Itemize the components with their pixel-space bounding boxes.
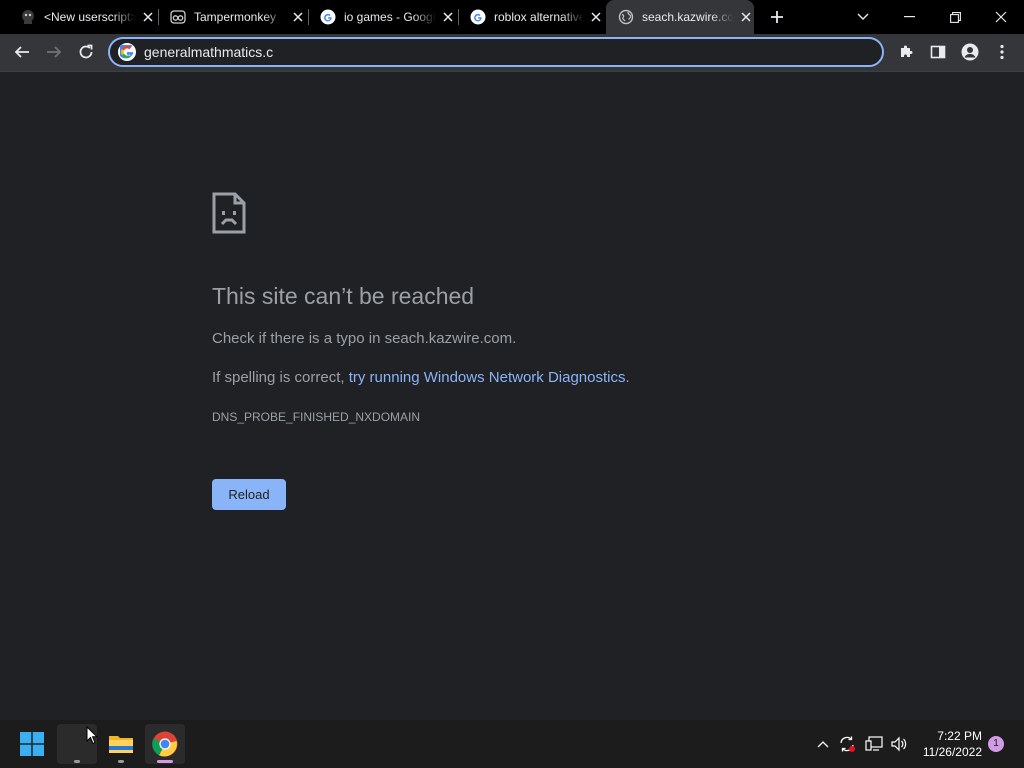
- google-icon: [470, 9, 486, 25]
- close-icon[interactable]: [440, 9, 456, 25]
- back-button[interactable]: [8, 38, 36, 66]
- error-code: DNS_PROBE_FINISHED_NXDOMAIN: [212, 410, 421, 424]
- profile-button[interactable]: [956, 38, 984, 66]
- account-icon: [961, 43, 979, 61]
- browser-toolbar: [0, 34, 1024, 72]
- sync-icon: [840, 736, 855, 752]
- clock-time: 7:22 PM: [937, 729, 982, 743]
- mouse-cursor-icon: [86, 725, 99, 750]
- network-diagnostics-link[interactable]: try running Windows Network Diagnostics: [349, 369, 626, 386]
- close-icon[interactable]: [140, 9, 156, 25]
- tab-title: io games - Google Search: [344, 10, 436, 24]
- folder-icon: [109, 736, 133, 753]
- restore-icon: [949, 11, 961, 23]
- network-tray-button[interactable]: [863, 732, 885, 756]
- file-explorer-button[interactable]: [101, 724, 141, 764]
- reload-button[interactable]: Reload: [212, 479, 286, 510]
- spelling-prefix: If spelling is correct,: [212, 369, 349, 386]
- taskbar: 7:22 PM 11/26/2022: [0, 720, 1024, 768]
- taskbar-clock[interactable]: 7:22 PM 11/26/2022: [912, 728, 982, 760]
- address-input[interactable]: [144, 44, 882, 60]
- chevron-up-icon: [817, 741, 829, 748]
- error-heading: This site can’t be reached: [212, 283, 475, 309]
- spelling-suffix: .: [625, 369, 630, 386]
- globe-icon: [618, 9, 634, 25]
- puzzle-icon: [901, 45, 913, 57]
- windows-icon: [20, 732, 44, 756]
- network-icon: [865, 736, 883, 751]
- google-icon: [320, 9, 336, 25]
- tab-new-userscript[interactable]: <New userscript>: [8, 0, 156, 34]
- close-icon: [995, 11, 1007, 23]
- side-panel-icon: [930, 45, 946, 59]
- chrome-taskbar-button[interactable]: [145, 724, 185, 764]
- refresh-icon: [79, 44, 93, 59]
- minimize-button[interactable]: [886, 0, 932, 34]
- app-running-indicator: [74, 760, 80, 763]
- tab-roblox-alternative[interactable]: roblox alternative: [458, 0, 604, 34]
- tampermonkey-icon: [170, 9, 186, 25]
- new-tab-button[interactable]: [766, 6, 788, 28]
- tab-title: <New userscript>: [44, 10, 136, 24]
- volume-tray-button[interactable]: [888, 732, 910, 756]
- notification-badge[interactable]: 1: [988, 736, 1004, 752]
- tab-strip: <New userscript> Tampermonkey io games -…: [0, 0, 1024, 34]
- sad-page-icon: [212, 192, 246, 239]
- forward-button[interactable]: [40, 38, 68, 66]
- restore-button[interactable]: [932, 0, 978, 34]
- chevron-down-icon: [857, 13, 869, 20]
- typo-suggestion: Check if there is a typo in seach.kazwir…: [212, 330, 517, 347]
- more-vert-icon: [1000, 44, 1004, 60]
- extensions-button[interactable]: [892, 38, 920, 66]
- address-bar[interactable]: [108, 37, 884, 67]
- side-panel-button[interactable]: [924, 38, 952, 66]
- show-hidden-icons-button[interactable]: [812, 732, 834, 756]
- tab-seach-kazwire[interactable]: seach.kazwire.com: [606, 0, 754, 34]
- app-active-indicator: [157, 760, 173, 763]
- google-icon: [118, 43, 136, 61]
- volume-icon: [891, 736, 907, 752]
- minimize-icon: [903, 16, 915, 18]
- tab-io-games[interactable]: io games - Google Search: [308, 0, 456, 34]
- menu-button[interactable]: [988, 38, 1016, 66]
- chrome-icon: [152, 731, 178, 757]
- close-icon[interactable]: [738, 9, 754, 25]
- plus-icon: [771, 11, 783, 23]
- app-running-indicator: [118, 760, 124, 763]
- arrow-right-icon: [47, 46, 62, 58]
- tab-title: roblox alternative: [494, 10, 585, 24]
- start-button[interactable]: [12, 724, 52, 764]
- tab-tampermonkey[interactable]: Tampermonkey: [158, 0, 306, 34]
- sync-tray-button[interactable]: [836, 732, 858, 756]
- reload-toolbar-button[interactable]: [72, 38, 100, 66]
- clock-date: 11/26/2022: [922, 745, 982, 759]
- tab-title: Tampermonkey: [194, 10, 277, 24]
- close-icon[interactable]: [588, 9, 604, 25]
- tab-search-button[interactable]: [840, 0, 886, 34]
- tab-title: seach.kazwire.com: [642, 10, 734, 24]
- arrow-left-icon: [14, 46, 29, 58]
- userscript-icon: [20, 9, 36, 25]
- close-icon[interactable]: [290, 9, 306, 25]
- diagnostics-suggestion: If spelling is correct, try running Wind…: [212, 369, 630, 386]
- close-window-button[interactable]: [978, 0, 1024, 34]
